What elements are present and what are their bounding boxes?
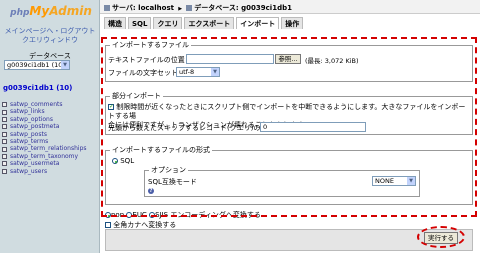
table-icon xyxy=(2,153,7,159)
database-select-value: g0039ci1db1 (10) xyxy=(7,61,65,69)
logo-php: php xyxy=(10,8,30,18)
table-list: satwp_comments satwp_links satwp_options… xyxy=(2,101,100,175)
table-item[interactable]: satwp_links xyxy=(2,108,100,115)
table-item[interactable]: satwp_usermeta xyxy=(2,160,100,167)
tab-operations[interactable]: 操作 xyxy=(281,17,304,29)
chevron-down-icon: ▼ xyxy=(61,61,69,69)
tab-sql[interactable]: SQL xyxy=(128,17,152,29)
table-icon xyxy=(2,161,7,167)
import-form: インポートするファイル テキストファイルの位置 参照... (最長: 3,072… xyxy=(100,30,480,253)
server-link[interactable]: サーバ: localhost xyxy=(112,4,174,12)
table-icon xyxy=(2,168,7,174)
kana-checkbox[interactable] xyxy=(105,222,111,228)
logo-admin: Admin xyxy=(49,4,92,18)
tab-query[interactable]: クエリ xyxy=(153,17,183,29)
table-item[interactable]: satwp_users xyxy=(2,168,100,175)
table-item[interactable]: satwp_comments xyxy=(2,101,100,108)
table-item[interactable]: satwp_term_taxonomy xyxy=(2,153,100,160)
breadcrumb: サーバ: localhost ▶ データベース: g0039ci1db1 xyxy=(100,0,480,14)
table-item[interactable]: satwp_terms xyxy=(2,138,100,145)
table-icon xyxy=(2,102,7,108)
tab-export[interactable]: エクスポート xyxy=(184,17,235,29)
table-icon xyxy=(2,116,7,122)
database-icon xyxy=(186,5,193,11)
server-icon xyxy=(104,5,110,11)
phpmyadmin-logo[interactable]: phpMyAdmin xyxy=(6,4,96,22)
query-window-link[interactable]: クエリウィンドウ xyxy=(0,36,100,45)
highlight-settings-area xyxy=(101,37,477,217)
database-select[interactable]: g0039ci1db1 (10) ▼ xyxy=(4,60,70,70)
table-icon xyxy=(2,124,7,130)
current-database-link[interactable]: g0039ci1db1 (10) xyxy=(3,84,72,92)
database-link[interactable]: データベース: g0039ci1db1 xyxy=(194,4,292,12)
table-icon xyxy=(2,139,7,145)
tab-structure[interactable]: 構造 xyxy=(104,17,126,29)
highlight-submit-button xyxy=(417,226,465,248)
table-icon xyxy=(2,109,7,115)
table-item[interactable]: satwp_postmeta xyxy=(2,123,100,130)
tab-bar: 構造 SQL クエリ エクスポート インポート 操作 xyxy=(100,14,480,30)
table-icon xyxy=(2,131,7,137)
table-item[interactable]: satwp_term_relationships xyxy=(2,145,100,152)
logo-my: My xyxy=(29,4,50,18)
table-item[interactable]: satwp_posts xyxy=(2,131,100,138)
navigation-frame: phpMyAdmin メインページへ・ログアウト クエリウィンドウ データベース… xyxy=(0,0,100,253)
table-icon xyxy=(2,146,7,152)
tab-import[interactable]: インポート xyxy=(236,17,280,29)
kana-label: 全角カナへ変換する xyxy=(113,221,177,229)
main-page-logout-link[interactable]: メインページへ・ログアウト xyxy=(0,27,100,36)
left-links: メインページへ・ログアウト クエリウィンドウ xyxy=(0,27,100,45)
table-item[interactable]: satwp_options xyxy=(2,116,100,123)
breadcrumb-separator: ▶ xyxy=(178,6,183,12)
